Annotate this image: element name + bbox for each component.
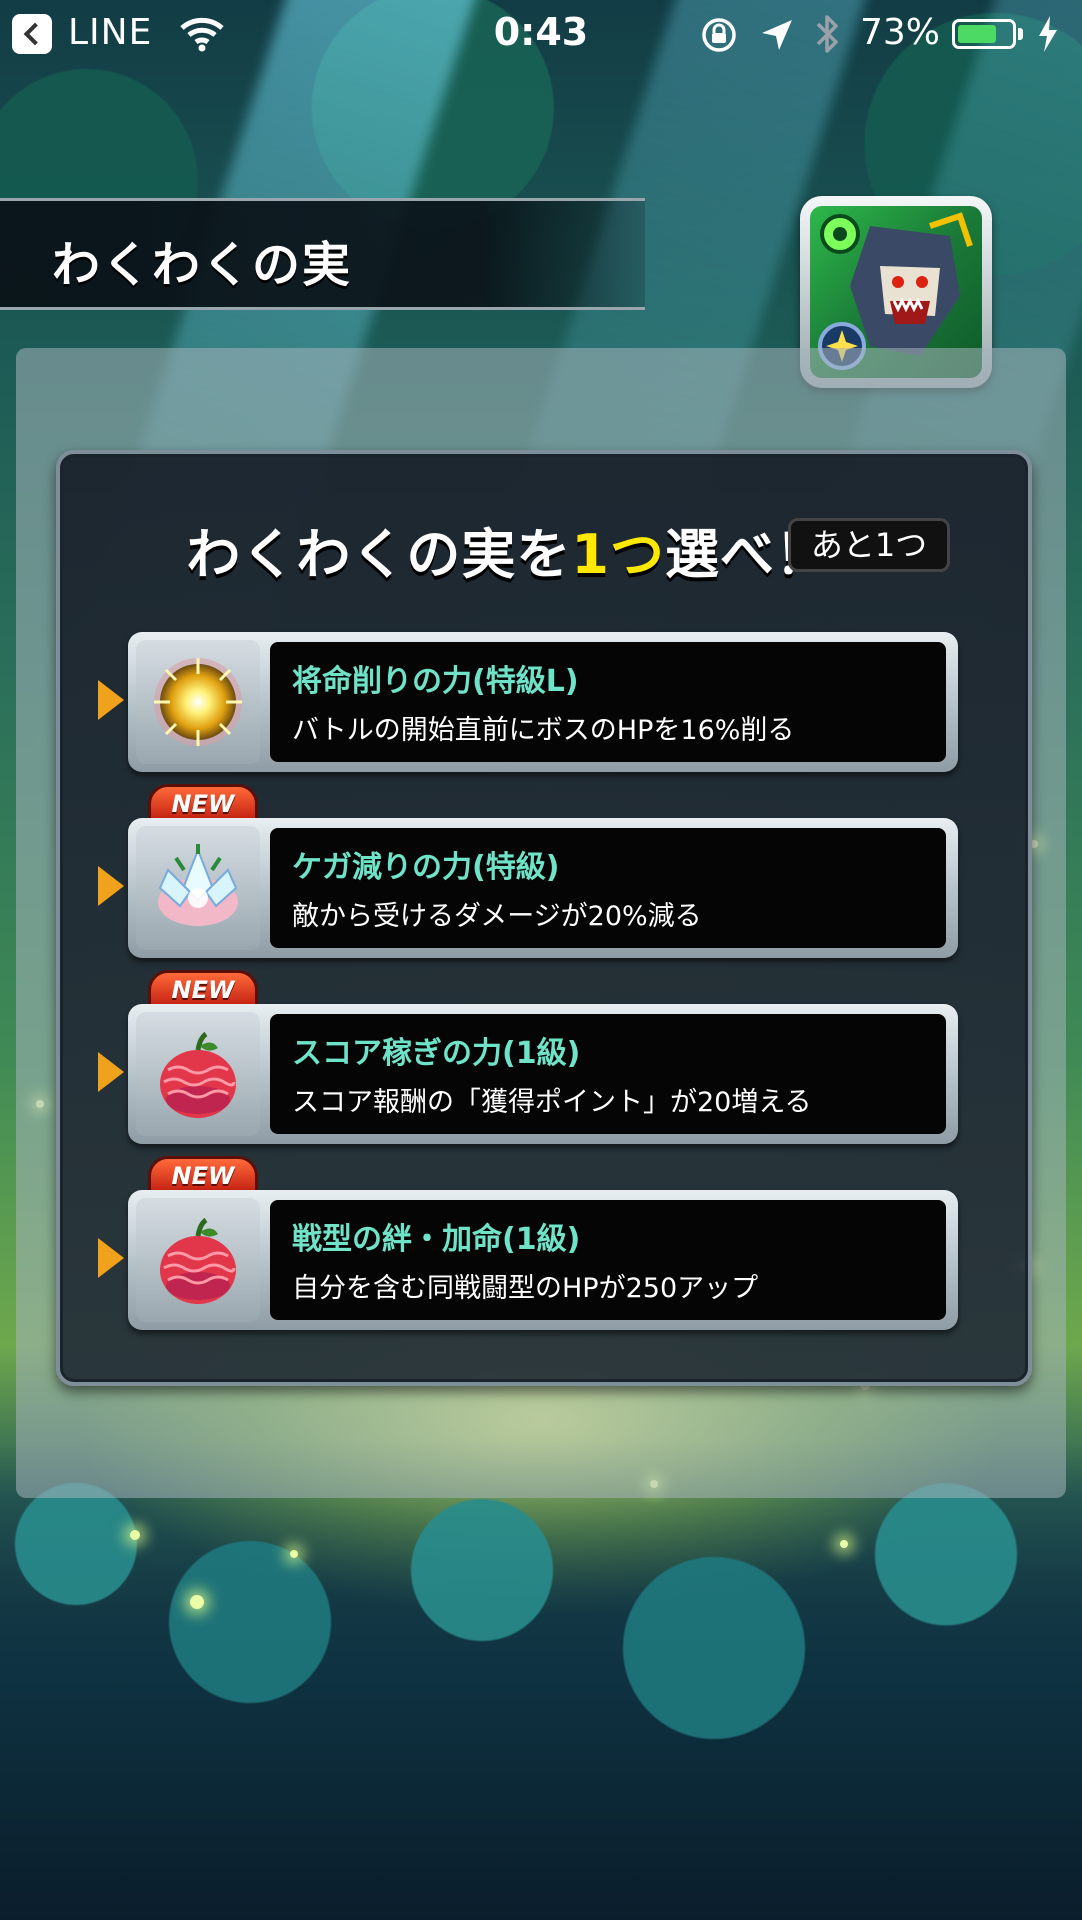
- select-arrow-icon: [98, 1238, 124, 1278]
- firefly-light: [840, 1540, 848, 1548]
- remaining-count-badge: あと1つ: [788, 518, 950, 572]
- selection-prompt: わくわくの実を1つ選べ！: [60, 510, 830, 589]
- red-fruit-icon: [160, 1031, 236, 1118]
- foreground-foliage: [0, 1440, 1082, 1920]
- fruit-info-box: スコア稼ぎの力(1級) スコア報酬の「獲得ポイント」が20増える: [270, 1014, 946, 1134]
- firefly-light: [290, 1550, 298, 1558]
- fruit-name: ケガ減りの力(特級): [292, 850, 560, 885]
- battery-tip: [1018, 28, 1023, 40]
- fruit-info-box: 将命削りの力(特級L) バトルの開始直前にボスのHPを16%削る: [270, 642, 946, 762]
- charging-bolt-icon: [1039, 16, 1057, 52]
- screen-title-banner: わくわくの実: [0, 198, 645, 310]
- fruit-icon-box: [136, 826, 260, 950]
- fruit-option-frame: ケガ減りの力(特級) 敵から受けるダメージが20%減る: [128, 818, 958, 958]
- fruit-option[interactable]: NEW 戦型の絆・加命(1級) 自分を含む同戦闘型のHPが250アップ: [98, 1156, 958, 1330]
- fruit-option-frame: 戦型の絆・加命(1級) 自分を含む同戦闘型のHPが250アップ: [128, 1190, 958, 1330]
- fruit-option-frame: スコア稼ぎの力(1級) スコア報酬の「獲得ポイント」が20増える: [128, 1004, 958, 1144]
- red-fruit-icon: [160, 1217, 236, 1304]
- select-arrow-icon: [98, 866, 124, 906]
- location-arrow-icon: [762, 20, 792, 50]
- fruit-info-box: 戦型の絆・加命(1級) 自分を含む同戦闘型のHPが250アップ: [270, 1200, 946, 1320]
- crystal-lotus-icon: [158, 844, 238, 926]
- fruit-description: 自分を含む同戦闘型のHPが250アップ: [292, 1273, 759, 1304]
- select-arrow-icon: [98, 680, 124, 720]
- fruit-description: バトルの開始直前にボスのHPを16%削る: [292, 715, 795, 746]
- fruit-name: 戦型の絆・加命(1級): [292, 1222, 581, 1257]
- battery-icon: [952, 19, 1016, 49]
- rotation-lock-icon: [702, 18, 736, 52]
- screen-title: わくわくの実: [52, 237, 353, 293]
- battery-percentage: 73%: [860, 12, 941, 53]
- status-bar: LINE 0:43 73%: [0, 0, 1082, 68]
- select-arrow-icon: [98, 1052, 124, 1092]
- fruit-description: スコア報酬の「獲得ポイント」が20増える: [292, 1087, 812, 1118]
- prompt-count-highlight: 1つ: [571, 523, 665, 586]
- fruit-icon-box: [136, 1198, 260, 1322]
- sun-orb-icon: [154, 658, 242, 746]
- prompt-text: わくわくの実を: [186, 523, 572, 586]
- fruit-option[interactable]: 将命削りの力(特級L) バトルの開始直前にボスのHPを16%削る: [98, 632, 958, 772]
- battery-level-fill: [958, 25, 996, 43]
- fruit-option[interactable]: NEW スコア稼ぎの力(1級) スコア報酬の「獲得ポイント」が20増える: [98, 970, 958, 1144]
- fruit-option-frame: 将命削りの力(特級L) バトルの開始直前にボスのHPを16%削る: [128, 632, 958, 772]
- firefly-light: [130, 1530, 140, 1540]
- fruit-name: 将命削りの力(特級L): [292, 664, 579, 699]
- fruit-info-box: ケガ減りの力(特級) 敵から受けるダメージが20%減る: [270, 828, 946, 948]
- firefly-light: [190, 1595, 204, 1609]
- fruit-option[interactable]: NEW ケガ減りの力(特級) 敵から受けるダメージが20%減る: [98, 784, 958, 958]
- fruit-description: 敵から受けるダメージが20%減る: [292, 901, 702, 932]
- fruit-icon-box: [136, 640, 260, 764]
- bluetooth-icon: [816, 15, 838, 53]
- fruit-icon-box: [136, 1012, 260, 1136]
- fruit-name: スコア稼ぎの力(1級): [292, 1036, 581, 1071]
